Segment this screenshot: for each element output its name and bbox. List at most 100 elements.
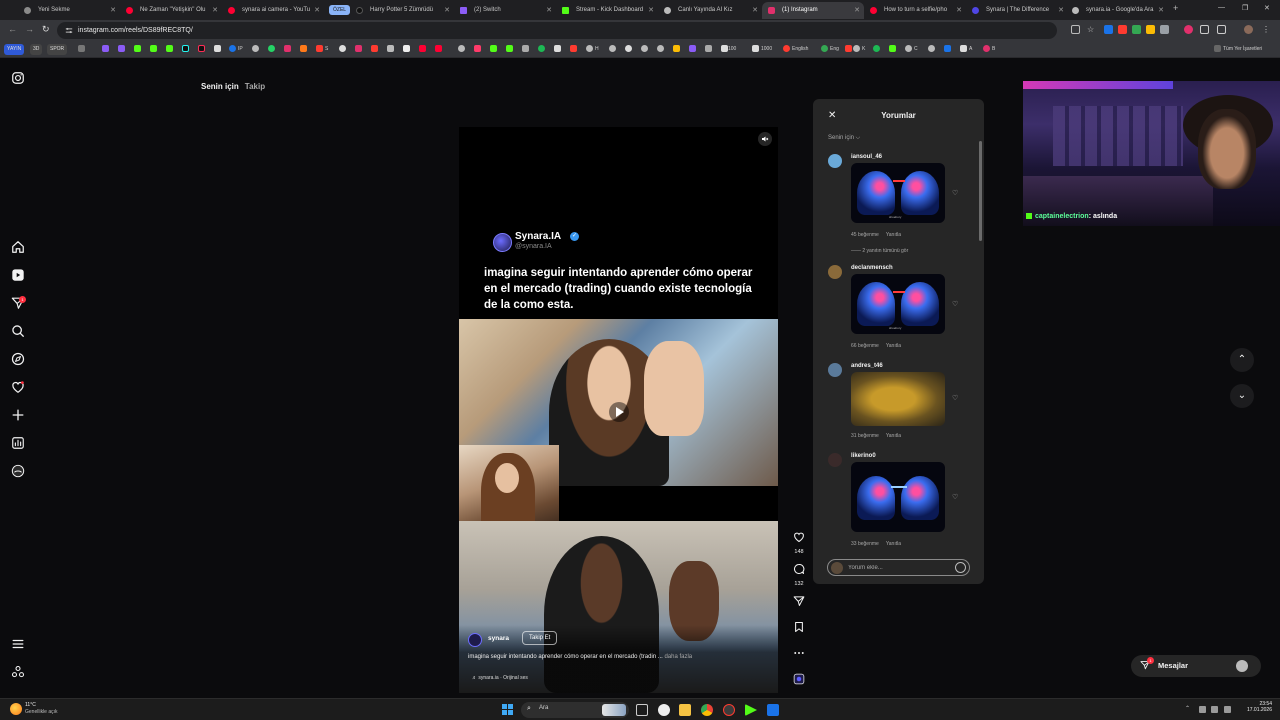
home-icon[interactable] bbox=[11, 240, 25, 254]
bookmark-icon[interactable] bbox=[214, 45, 223, 54]
bookmark-icon[interactable] bbox=[78, 45, 87, 54]
instagram-logo-icon[interactable] bbox=[11, 71, 25, 85]
twitch-bookmark-icon[interactable] bbox=[118, 45, 127, 54]
new-tab-icon[interactable]: + bbox=[1173, 3, 1178, 13]
back-icon[interactable]: ← bbox=[8, 24, 17, 34]
tab-group-badge[interactable]: ÖZEL bbox=[329, 5, 351, 15]
extension-icon[interactable] bbox=[1118, 25, 1127, 34]
profile-avatar-icon[interactable] bbox=[11, 464, 25, 478]
reel-video[interactable]: Synara.IA ✓ @synara.IA imagina seguir in… bbox=[459, 127, 778, 693]
bookmark-eng[interactable]: Eng bbox=[821, 45, 839, 54]
bookmark-icon[interactable] bbox=[252, 45, 261, 54]
comment-image[interactable]: shoebury bbox=[851, 163, 945, 223]
bookmark-star-icon[interactable]: ☆ bbox=[1087, 25, 1096, 34]
bookmark-icon[interactable] bbox=[641, 45, 650, 54]
comment-like-heart-icon[interactable]: ♡ bbox=[952, 300, 958, 308]
tab[interactable]: Stream - Kick Dashboard ✕ bbox=[556, 2, 658, 19]
close-icon[interactable]: ✕ bbox=[828, 110, 836, 121]
tab-close-icon[interactable]: ✕ bbox=[854, 2, 860, 19]
chrome-icon[interactable] bbox=[701, 704, 713, 716]
bookmark-folder-yayin[interactable]: YAYIN bbox=[4, 44, 25, 55]
tab[interactable]: (2) Switch ✕ bbox=[454, 2, 556, 19]
bookmark-icon[interactable] bbox=[673, 45, 682, 54]
bookmark-icon[interactable] bbox=[458, 45, 467, 54]
tab[interactable]: synara ai camera - YouTu ✕ bbox=[222, 2, 324, 19]
restore-icon[interactable]: ❐ bbox=[1242, 4, 1248, 12]
extension-icon[interactable] bbox=[1160, 25, 1169, 34]
commenter-username[interactable]: iansoul_46 bbox=[851, 154, 882, 160]
bookmark-100[interactable]: 100 bbox=[728, 45, 736, 54]
network-icon[interactable] bbox=[1211, 706, 1218, 713]
app-icon[interactable] bbox=[745, 704, 757, 716]
bookmark-icon[interactable] bbox=[371, 45, 380, 54]
reel-audio[interactable]: ♬ synara.ia · Orijinal ses bbox=[472, 675, 528, 681]
dashboard-icon[interactable] bbox=[11, 436, 25, 450]
messages-button[interactable]: 1 Mesajlar bbox=[1131, 655, 1261, 677]
install-app-icon[interactable] bbox=[1071, 25, 1080, 34]
whatsapp-bookmark-icon[interactable] bbox=[268, 45, 277, 54]
commenter-avatar[interactable] bbox=[828, 265, 842, 279]
more-options-button[interactable] bbox=[792, 646, 806, 664]
tab-for-you[interactable]: Senin için bbox=[201, 82, 239, 91]
bookmark-k[interactable]: K bbox=[853, 45, 865, 54]
system-clock[interactable]: 23:54 17.01.2026 bbox=[1240, 701, 1272, 713]
instagram-bookmark-icon[interactable] bbox=[284, 45, 293, 54]
bookmark-icon[interactable] bbox=[474, 45, 483, 54]
bookmark-icon[interactable] bbox=[506, 45, 515, 54]
comment-image[interactable] bbox=[851, 372, 945, 426]
bookmark-icon[interactable] bbox=[625, 45, 634, 54]
tab[interactable]: synara.ia - Google'da Ara ✕ bbox=[1066, 2, 1168, 19]
commenter-username[interactable]: likerino0 bbox=[851, 453, 876, 459]
windows-start-icon[interactable] bbox=[502, 704, 513, 715]
tab-instagram-active[interactable]: (1) Instagram ✕ bbox=[762, 2, 864, 19]
extension-icon[interactable] bbox=[1132, 25, 1141, 34]
explore-compass-icon[interactable] bbox=[11, 352, 25, 366]
comment-like-heart-icon[interactable]: ♡ bbox=[952, 189, 958, 197]
comment-image[interactable]: shoebury bbox=[851, 274, 945, 334]
forward-icon[interactable]: → bbox=[25, 24, 34, 34]
taskbar-search[interactable]: ⌕ Ara bbox=[521, 702, 629, 718]
tiktok-bookmark-icon[interactable] bbox=[182, 45, 191, 54]
tab-close-icon[interactable]: ✕ bbox=[110, 2, 116, 19]
bookmark-icon[interactable] bbox=[355, 45, 364, 54]
reels-icon[interactable] bbox=[11, 268, 25, 282]
twitch-bookmark-icon[interactable] bbox=[102, 45, 111, 54]
audio-thumbnail[interactable] bbox=[792, 672, 806, 690]
youtube-bookmark-icon[interactable] bbox=[435, 45, 444, 54]
bookmark-ip[interactable]: IP bbox=[229, 45, 243, 54]
reply-link[interactable]: Yanıtla bbox=[886, 343, 901, 349]
sidebar-icon[interactable] bbox=[1217, 25, 1226, 34]
bookmark-icon[interactable] bbox=[705, 45, 714, 54]
reload-icon[interactable]: ↻ bbox=[42, 24, 50, 35]
view-replies-link[interactable]: —— 2 yanıtın tümünü gör bbox=[851, 248, 908, 254]
comment-input-box[interactable] bbox=[827, 559, 970, 576]
app-icon[interactable] bbox=[767, 704, 779, 716]
bookmark-folder-spor[interactable]: SPOR bbox=[47, 44, 68, 55]
mute-toggle[interactable] bbox=[758, 132, 772, 146]
tab-close-icon[interactable]: ✕ bbox=[1158, 2, 1164, 19]
comment-image[interactable] bbox=[851, 462, 945, 532]
tab-close-icon[interactable]: ✕ bbox=[546, 2, 552, 19]
extension-icon[interactable] bbox=[1146, 25, 1155, 34]
emoji-icon[interactable] bbox=[955, 562, 966, 573]
comments-scrollbar[interactable] bbox=[979, 135, 982, 545]
comment-input[interactable] bbox=[848, 562, 948, 573]
reel-caption[interactable]: imagina seguir intentando aprender cómo … bbox=[468, 654, 768, 660]
bookmark-1000[interactable]: 1000 bbox=[752, 45, 772, 54]
tab-close-icon[interactable]: ✕ bbox=[956, 2, 962, 19]
comment-like-heart-icon[interactable]: ♡ bbox=[952, 493, 958, 501]
bookmark-icon[interactable] bbox=[490, 45, 499, 54]
share-button[interactable] bbox=[792, 594, 806, 612]
file-explorer-icon[interactable] bbox=[679, 704, 691, 716]
more-menu-icon[interactable] bbox=[11, 637, 25, 651]
app-icon[interactable] bbox=[658, 704, 670, 716]
youtube-bookmark-icon[interactable] bbox=[419, 45, 428, 54]
commenter-avatar[interactable] bbox=[828, 453, 842, 467]
tab[interactable]: Canlı Yayında AI Kız ✕ bbox=[658, 2, 762, 19]
profile-avatar-icon[interactable] bbox=[1244, 25, 1253, 34]
tray-chevron-icon[interactable]: ⌃ bbox=[1185, 706, 1192, 713]
bookmark-folder-3d[interactable]: 3D bbox=[30, 44, 43, 55]
tab-close-icon[interactable]: ✕ bbox=[444, 2, 450, 19]
minimize-icon[interactable]: — bbox=[1218, 4, 1225, 11]
volume-icon[interactable] bbox=[1224, 706, 1231, 713]
